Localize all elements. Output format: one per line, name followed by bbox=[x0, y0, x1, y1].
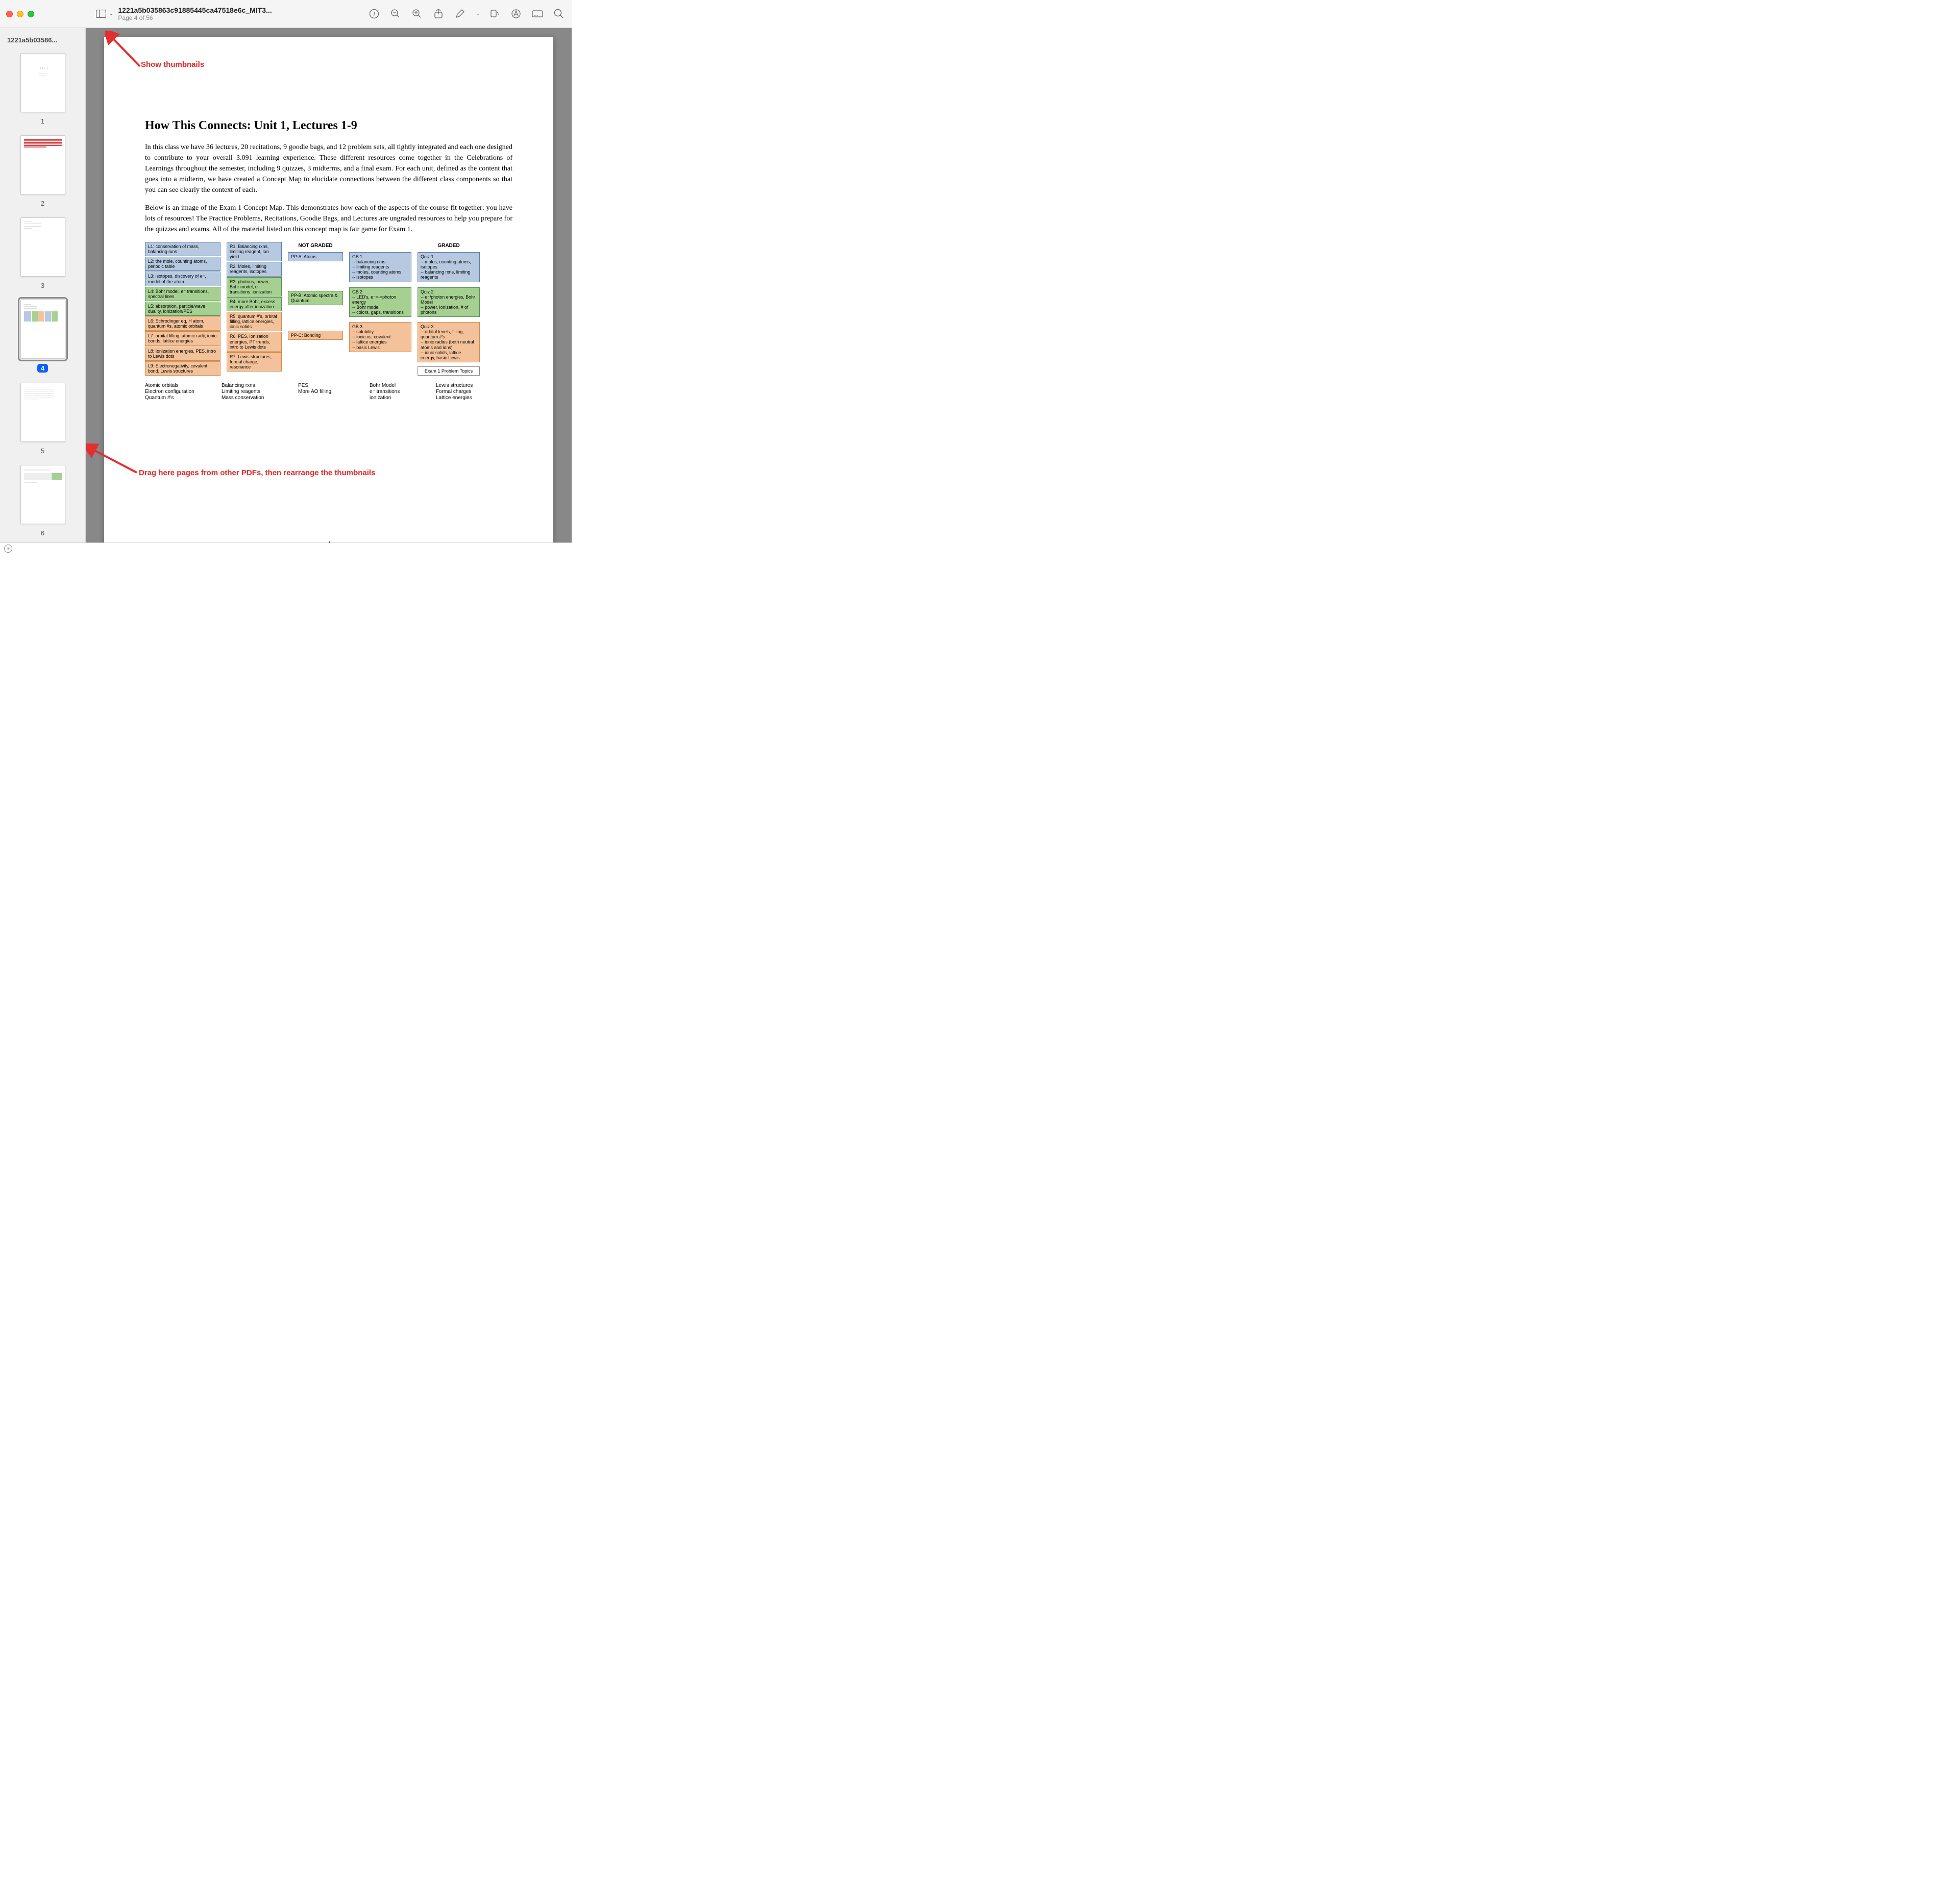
sidebar-toggle-button[interactable] bbox=[94, 7, 108, 20]
graded-header: GRADED bbox=[418, 242, 480, 252]
paragraph: Below is an image of the Exam 1 Concept … bbox=[145, 203, 512, 235]
topic-item: Bohr Model bbox=[370, 383, 426, 388]
concept-box: L4: Bohr model, e⁻ transitions, spectral… bbox=[145, 287, 220, 301]
topic-summary: Atomic orbitalsElectron configurationQua… bbox=[145, 383, 512, 401]
topic-item: Balancing rxns bbox=[222, 383, 288, 388]
form-button[interactable] bbox=[531, 7, 544, 20]
traffic-lights bbox=[6, 11, 34, 17]
thumbnail[interactable]: ────────────────────────────────────────… bbox=[0, 212, 85, 294]
close-window-button[interactable] bbox=[6, 11, 13, 17]
markup-dropdown-icon[interactable]: ⌄ bbox=[476, 11, 480, 17]
thumbnail[interactable]: ❘ ❘ ❘ ❘ ❘──────────1 bbox=[0, 48, 85, 130]
concept-box: R7: Lewis structures, formal charge, res… bbox=[227, 352, 282, 372]
add-page-button[interactable]: + bbox=[4, 545, 12, 553]
footer-bar: + bbox=[0, 542, 572, 554]
page-heading: How This Connects: Unit 1, Lectures 1-9 bbox=[145, 119, 512, 133]
concept-box: R5: quantum #'s, orbital filling, lattic… bbox=[227, 312, 282, 331]
share-button[interactable] bbox=[432, 7, 445, 20]
topic-item: e⁻ transitions bbox=[370, 389, 426, 394]
concept-box: L6: Schrodinger eq, H atom, quantum #s, … bbox=[145, 316, 220, 331]
concept-box: R4: more Bohr, excess energy after ioniz… bbox=[227, 297, 282, 311]
thumbnail[interactable]: ───────────────────────────────4 bbox=[0, 294, 85, 378]
titlebar: ⌄ 1221a5b035863c91885445ca47518e6c_MIT3.… bbox=[0, 0, 572, 28]
topic-item: Formal charges bbox=[436, 389, 497, 394]
topic-item: Limiting reagents bbox=[222, 389, 288, 394]
concept-box: L9: Electronegativity, covalent bond, Le… bbox=[145, 361, 220, 376]
maximize-window-button[interactable] bbox=[28, 11, 34, 17]
topic-item: Atomic orbitals bbox=[145, 383, 211, 388]
concept-box: L5: absorption, particle/wave duality, i… bbox=[145, 302, 220, 316]
thumbnail[interactable]: ────────────────────────────────────────… bbox=[0, 378, 85, 460]
document-view[interactable]: How This Connects: Unit 1, Lectures 1-9 … bbox=[86, 28, 572, 542]
concept-box: L1: conservation of mass, balancing rxns bbox=[145, 242, 220, 256]
topic-item: ionization bbox=[370, 395, 426, 401]
concept-box: Quiz 2 -- e⁻/photon energies, Bohr Model… bbox=[418, 287, 480, 317]
concept-box: Quiz 1 -- moles, counting atoms, isotope… bbox=[418, 252, 480, 282]
zoom-in-button[interactable] bbox=[410, 7, 424, 20]
zoom-out-button[interactable] bbox=[389, 7, 402, 20]
concept-box: L3: isotopes, discovery of e⁻, model of … bbox=[145, 272, 220, 286]
exam-topics-box: Exam 1 Problem Topics bbox=[418, 366, 480, 376]
title-block: 1221a5b035863c91885445ca47518e6c_MIT3...… bbox=[118, 6, 272, 21]
info-button[interactable]: i bbox=[368, 7, 381, 20]
page-number: 4 bbox=[104, 540, 553, 542]
topic-item: More AO filling bbox=[298, 389, 359, 394]
topic-item: Electron configuration bbox=[145, 389, 211, 394]
not-graded-header: NOT GRADED bbox=[288, 242, 343, 252]
concept-box: PP-C: Bonding bbox=[288, 331, 343, 340]
pdf-page: How This Connects: Unit 1, Lectures 1-9 … bbox=[104, 37, 553, 542]
minimize-window-button[interactable] bbox=[17, 11, 23, 17]
concept-box: R1: Balancing rxns, limiting reagent, rx… bbox=[227, 242, 282, 261]
concept-box: L2: the mole, counting atoms, periodic t… bbox=[145, 257, 220, 271]
thumbnail[interactable]: ────────────────────────────────────────… bbox=[0, 460, 85, 542]
highlight-button[interactable] bbox=[509, 7, 523, 20]
topic-item: Mass conservation bbox=[222, 395, 288, 401]
thumbnail-sidebar[interactable]: 1221a5b03586... ❘ ❘ ❘ ❘ ❘──────────12───… bbox=[0, 28, 86, 542]
concept-box: PP-A: Atoms bbox=[288, 252, 343, 261]
thumbnail[interactable]: 2 bbox=[0, 130, 85, 212]
search-button[interactable] bbox=[552, 7, 566, 20]
concept-box: GB 1 -- balancing rxns -- limiting reage… bbox=[349, 252, 411, 282]
document-title: 1221a5b035863c91885445ca47518e6c_MIT3... bbox=[118, 6, 272, 14]
topic-item: Lewis structures bbox=[436, 383, 497, 388]
concept-box: PP-B: Atomic spectra & Quantum bbox=[288, 291, 343, 305]
concept-box: L7: orbital filling, atomic radii, ionic… bbox=[145, 331, 220, 346]
svg-text:i: i bbox=[373, 11, 375, 18]
rotate-button[interactable] bbox=[488, 7, 501, 20]
concept-map: L1: conservation of mass, balancing rxns… bbox=[145, 242, 512, 376]
concept-box: R6: PES, ionization energies, PT trends,… bbox=[227, 332, 282, 351]
page-indicator: Page 4 of 56 bbox=[118, 14, 272, 21]
markup-button[interactable] bbox=[453, 7, 467, 20]
paragraph: In this class we have 36 lectures, 20 re… bbox=[145, 142, 512, 195]
concept-box: R2: Moles, limiting reagents, isotopes bbox=[227, 262, 282, 276]
sidebar-dropdown-icon[interactable]: ⌄ bbox=[109, 11, 113, 17]
topic-item: Lattice energies bbox=[436, 395, 497, 401]
concept-box: Quiz 3 -- orbital levels, filling, quant… bbox=[418, 322, 480, 362]
concept-box: R3: photons, power, Bohr model, e⁻ trans… bbox=[227, 277, 282, 297]
topic-item: PES bbox=[298, 383, 359, 388]
concept-box: GB 3 -- solubility -- ionic vs. covalent… bbox=[349, 322, 411, 352]
concept-box: L8: Ionization energies, PES, intro to L… bbox=[145, 347, 220, 361]
concept-box: GB 2 -- LED's, e⁻<->photon energy -- Boh… bbox=[349, 287, 411, 317]
topic-item: Quantum #'s bbox=[145, 395, 211, 401]
sidebar-tab-label: 1221a5b03586... bbox=[0, 32, 85, 48]
